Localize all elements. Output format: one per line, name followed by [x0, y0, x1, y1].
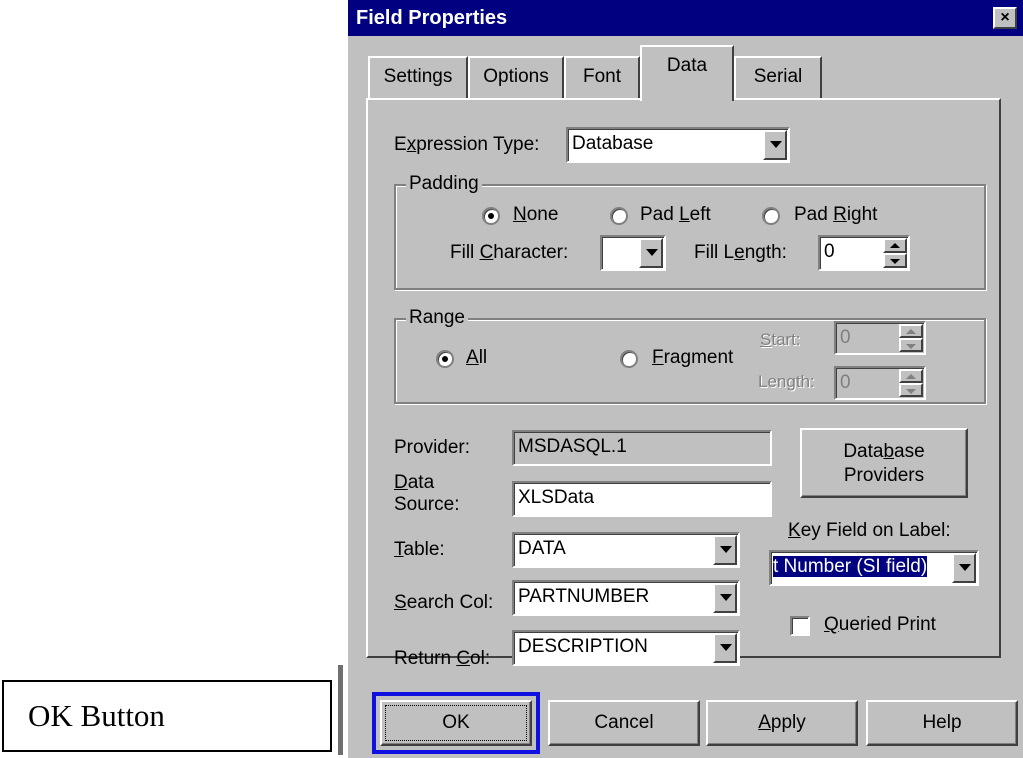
- padding-none-label: None: [513, 204, 559, 225]
- ok-button[interactable]: OK: [380, 700, 532, 746]
- range-fragment-label: Fragment: [652, 347, 734, 368]
- callout-divider: [338, 665, 343, 755]
- spinner-arrows-icon[interactable]: [883, 238, 907, 268]
- tab-serial[interactable]: Serial: [734, 56, 822, 98]
- tab-label: Serial: [753, 66, 803, 87]
- chevron-down-icon[interactable]: [763, 130, 787, 160]
- expression-type-label: Expression Type:: [394, 134, 540, 155]
- chevron-down-icon[interactable]: [639, 238, 663, 268]
- range-fragment-radio[interactable]: [620, 350, 638, 368]
- queried-print-label: Queried Print: [824, 614, 936, 635]
- search-col-label: Search Col:: [394, 592, 494, 613]
- data-source-label: Data Source:: [394, 472, 460, 515]
- cancel-button-label: Cancel: [594, 712, 654, 733]
- tab-font[interactable]: Font: [564, 56, 640, 98]
- range-length-value: 0: [840, 372, 851, 393]
- spinner-arrows-icon[interactable]: [899, 324, 923, 352]
- range-start-value: 0: [840, 327, 851, 348]
- tab-settings[interactable]: Settings: [368, 56, 468, 98]
- table-label: Table:: [394, 539, 445, 560]
- expression-type-select[interactable]: Database: [566, 127, 790, 163]
- fill-length-value: 0: [824, 241, 835, 262]
- tab-label: Options: [483, 66, 549, 87]
- field-properties-dialog: Field Properties × Settings Options Font…: [348, 0, 1023, 758]
- range-length-spinner[interactable]: 0: [834, 366, 926, 400]
- help-button[interactable]: Help: [866, 700, 1018, 746]
- range-length-label: Length:: [758, 372, 815, 391]
- search-col-select[interactable]: PARTNUMBER: [512, 580, 740, 616]
- data-source-input[interactable]: XLSData: [512, 481, 772, 517]
- range-start-label: Start:: [760, 330, 801, 349]
- chevron-down-icon[interactable]: [713, 535, 737, 565]
- help-button-label: Help: [922, 712, 962, 733]
- table-value: DATA: [518, 538, 566, 559]
- search-col-value: PARTNUMBER: [518, 586, 650, 607]
- chevron-down-icon[interactable]: [952, 553, 976, 583]
- pad-right-label: Pad Right: [794, 204, 878, 225]
- chevron-down-icon[interactable]: [713, 583, 737, 613]
- chevron-down-icon[interactable]: [713, 633, 737, 663]
- padding-none-radio[interactable]: [482, 207, 500, 225]
- dialog-title: Field Properties: [356, 7, 508, 29]
- return-col-select[interactable]: DESCRIPTION: [512, 630, 740, 666]
- range-legend: Range: [406, 307, 468, 329]
- provider-field: MSDASQL.1: [512, 430, 772, 466]
- tab-label: Settings: [383, 66, 453, 87]
- pad-left-label: Pad Left: [640, 204, 711, 225]
- queried-print-checkbox[interactable]: [790, 616, 810, 636]
- close-icon: ×: [1000, 9, 1010, 26]
- fill-character-label: Fill Character:: [450, 242, 569, 263]
- tab-options[interactable]: Options: [468, 56, 564, 98]
- pad-left-radio[interactable]: [610, 207, 628, 225]
- tab-label: Font: [582, 66, 622, 87]
- callout-label: OK Button: [28, 698, 165, 733]
- title-bar[interactable]: Field Properties: [348, 0, 1023, 36]
- fill-length-spinner[interactable]: 0: [818, 235, 910, 271]
- tab-label: Data: [666, 55, 708, 76]
- return-col-label: Return Col:: [394, 648, 491, 669]
- ok-button-label: OK: [442, 712, 470, 733]
- range-start-spinner[interactable]: 0: [834, 321, 926, 355]
- ok-button-callout: OK Button: [2, 680, 332, 752]
- fill-length-label: Fill Length:: [694, 242, 787, 263]
- padding-legend: Padding: [406, 173, 482, 195]
- key-field-value: t Number (SI field): [773, 556, 928, 577]
- range-all-label: All: [466, 347, 488, 368]
- tab-data[interactable]: Data: [640, 45, 734, 101]
- key-field-select[interactable]: t Number (SI field): [769, 550, 979, 586]
- range-all-radio[interactable]: [436, 350, 454, 368]
- key-field-label: Key Field on Label:: [788, 520, 951, 541]
- fill-character-select[interactable]: [600, 235, 666, 271]
- close-button[interactable]: ×: [993, 7, 1017, 29]
- expression-type-value: Database: [572, 133, 654, 154]
- cancel-button[interactable]: Cancel: [548, 700, 700, 746]
- return-col-value: DESCRIPTION: [518, 636, 648, 657]
- table-select[interactable]: DATA: [512, 532, 740, 568]
- database-providers-button[interactable]: Database Providers: [800, 428, 968, 498]
- apply-button[interactable]: Apply: [706, 700, 858, 746]
- pad-right-radio[interactable]: [762, 207, 780, 225]
- provider-label: Provider:: [394, 437, 471, 458]
- data-source-value: XLSData: [518, 487, 595, 508]
- provider-value: MSDASQL.1: [518, 436, 627, 457]
- spinner-arrows-icon[interactable]: [899, 369, 923, 397]
